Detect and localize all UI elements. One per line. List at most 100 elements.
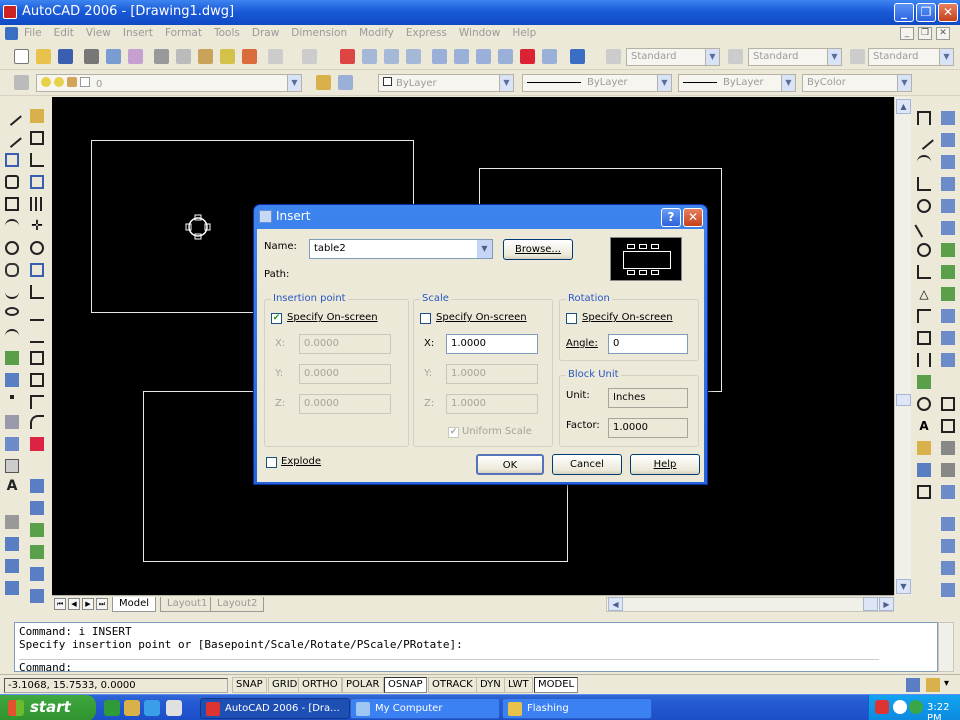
print-icon[interactable]: [84, 49, 99, 64]
qleader-icon[interactable]: [917, 353, 931, 367]
table-style-icon[interactable]: [850, 49, 865, 64]
toolbar-icon-left2-1[interactable]: [30, 479, 44, 493]
toolbar-icon-left2-4[interactable]: [30, 545, 44, 559]
rotate-icon[interactable]: [30, 241, 44, 255]
scroll-up-button[interactable]: ▲: [896, 99, 911, 114]
insertion-z-field[interactable]: 0.0000: [299, 394, 391, 414]
sheet-set-icon[interactable]: [498, 49, 513, 64]
insertion-specify-checkbox[interactable]: ✔: [271, 313, 282, 324]
tray-settings-icon[interactable]: [926, 678, 940, 692]
first-tab-button[interactable]: ⏮: [54, 598, 66, 610]
document-icon[interactable]: [5, 27, 18, 40]
markup-icon[interactable]: [520, 49, 535, 64]
scale-x-field[interactable]: 1.0000: [446, 334, 538, 354]
arc-length-icon[interactable]: [917, 155, 931, 169]
extend-icon[interactable]: [30, 329, 44, 343]
toolbar-icon-right-7[interactable]: [941, 243, 955, 257]
text-style-combo[interactable]: Standard ▼: [626, 48, 720, 66]
center-mark-icon[interactable]: [917, 397, 931, 411]
menu-format[interactable]: Format: [165, 27, 202, 43]
chamfer-icon[interactable]: [30, 395, 44, 409]
toolbar-icon-right-10[interactable]: [941, 309, 955, 323]
toolbar-icon-left-2[interactable]: [5, 559, 19, 573]
model-toggle[interactable]: MODEL: [534, 677, 579, 693]
toolbar-icon-right-18[interactable]: [941, 517, 955, 531]
communication-center-icon[interactable]: [906, 678, 920, 692]
quicklaunch-icon-4[interactable]: [166, 700, 182, 716]
plot-preview-icon[interactable]: [106, 49, 121, 64]
start-button[interactable]: start: [0, 695, 96, 720]
command-scrollbar[interactable]: [938, 622, 954, 672]
toolbar-icon-right-15[interactable]: [941, 441, 955, 455]
toolbar-icon-right-12[interactable]: [941, 353, 955, 367]
toolbar-icon-right-20[interactable]: [941, 561, 955, 575]
snap-toggle[interactable]: SNAP: [232, 677, 267, 693]
horizontal-scrollbar[interactable]: ◀ ▶: [606, 597, 894, 612]
explode-icon[interactable]: [30, 437, 44, 451]
make-current-layer-icon[interactable]: [316, 75, 331, 90]
ellipse-icon[interactable]: [5, 307, 19, 316]
scale-z-field[interactable]: 1.0000: [446, 394, 538, 414]
copy-icon[interactable]: [176, 49, 191, 64]
last-tab-button[interactable]: ⏭: [96, 598, 108, 610]
table-icon[interactable]: [5, 515, 19, 529]
spline-icon[interactable]: [5, 285, 19, 299]
prev-tab-button[interactable]: ◀: [68, 598, 80, 610]
text-style-icon[interactable]: [606, 49, 621, 64]
multiline-text-icon[interactable]: A: [5, 479, 19, 493]
menu-edit[interactable]: Edit: [54, 27, 74, 43]
autocad-app-icon[interactable]: [3, 5, 17, 19]
tray-icon-2[interactable]: [893, 700, 907, 714]
radius-icon[interactable]: [917, 199, 931, 213]
toolbar-icon-left-3[interactable]: [5, 581, 19, 595]
toolbar-icon-left2-5[interactable]: [30, 567, 44, 581]
polyline-icon[interactable]: [5, 153, 19, 167]
copy-object-icon[interactable]: [30, 131, 44, 145]
insertion-y-field[interactable]: 0.0000: [299, 364, 391, 384]
angle-field[interactable]: 0: [608, 334, 688, 354]
trim-icon[interactable]: [30, 307, 44, 321]
toolbar-icon-left2-6[interactable]: [30, 589, 44, 603]
toolbar-icon-right-4[interactable]: [941, 177, 955, 191]
quicklaunch-icon-3[interactable]: [144, 700, 160, 716]
tab-layout2[interactable]: Layout2: [210, 597, 265, 612]
help-button[interactable]: Help: [630, 454, 700, 475]
menu-view[interactable]: View: [86, 27, 111, 43]
linetype-combo[interactable]: ByLayer ▼: [522, 74, 672, 92]
rectangle-icon[interactable]: [5, 197, 19, 211]
doc-restore-button[interactable]: ❐: [918, 27, 932, 40]
undo-icon[interactable]: [268, 49, 283, 64]
publish-icon[interactable]: [128, 49, 143, 64]
layer-previous-icon[interactable]: [338, 75, 353, 90]
break-icon[interactable]: [30, 351, 44, 365]
dim-update-icon[interactable]: [917, 463, 931, 477]
toolbar-icon-right-8[interactable]: [941, 265, 955, 279]
menu-draw[interactable]: Draw: [252, 27, 279, 43]
properties-icon[interactable]: [432, 49, 447, 64]
doc-minimize-button[interactable]: _: [900, 27, 914, 40]
jogged-icon[interactable]: [914, 218, 934, 238]
layer-combo[interactable]: 0 ▼: [36, 74, 302, 92]
tab-layout1[interactable]: Layout1: [160, 597, 215, 612]
hatch-icon[interactable]: [5, 415, 19, 429]
scale-specify-checkbox[interactable]: [420, 313, 431, 324]
design-center-icon[interactable]: [454, 49, 469, 64]
match-properties-icon[interactable]: [220, 49, 235, 64]
quick-dim-icon[interactable]: △: [917, 287, 931, 301]
make-block-icon[interactable]: [5, 373, 19, 387]
toolbar-icon-right-13[interactable]: [941, 397, 955, 411]
lwt-toggle[interactable]: LWT: [504, 677, 533, 693]
toolbar-icon-right-17[interactable]: [941, 485, 955, 499]
point-icon[interactable]: [10, 395, 14, 399]
dialog-help-button[interactable]: ?: [661, 208, 681, 227]
menu-insert[interactable]: Insert: [123, 27, 153, 43]
dim-style-combo[interactable]: Standard ▼: [748, 48, 842, 66]
toolbar-icon-left2-3[interactable]: [30, 523, 44, 537]
quickcalc-icon[interactable]: [542, 49, 557, 64]
zoom-realtime-icon[interactable]: [362, 49, 377, 64]
tool-palettes-icon[interactable]: [476, 49, 491, 64]
diameter-icon[interactable]: [917, 243, 931, 257]
paste-icon[interactable]: [198, 49, 213, 64]
continue-icon[interactable]: [917, 331, 931, 345]
table-style-combo[interactable]: Standard ▼: [868, 48, 954, 66]
